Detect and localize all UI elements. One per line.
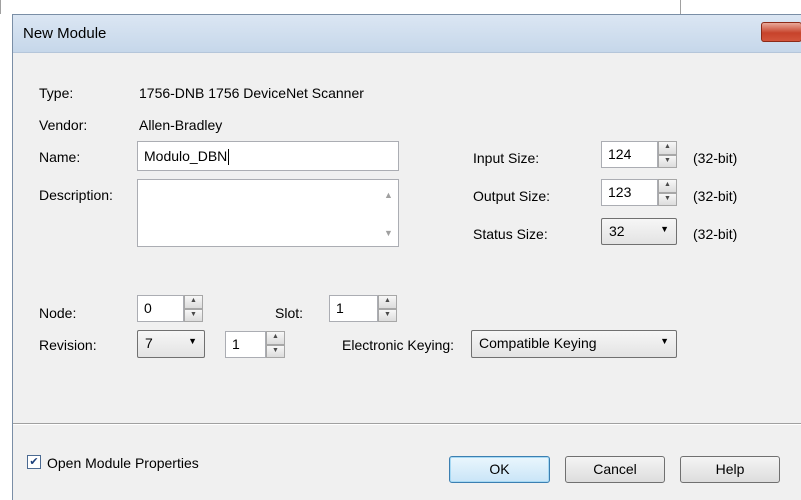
status-size-unit: (32-bit) (693, 226, 738, 242)
spin-up-icon[interactable]: ▲ (658, 141, 677, 155)
name-label: Name: (39, 149, 81, 165)
status-size-dropdown[interactable]: 32 ▼ (601, 218, 677, 245)
spin-down-icon[interactable]: ▼ (184, 308, 203, 322)
input-size-stepper[interactable]: 124 ▲ ▼ (601, 141, 677, 168)
new-module-dialog: New Module Type: 1756-DNB 1756 DeviceNet… (12, 14, 801, 500)
electronic-keying-label: Electronic Keying: (342, 337, 455, 353)
open-module-properties-checkbox[interactable]: ✔ (27, 455, 41, 469)
slot-label: Slot: (275, 305, 304, 321)
spin-up-icon[interactable]: ▲ (184, 295, 203, 309)
vendor-label: Vendor: (39, 117, 88, 133)
revision-label: Revision: (39, 337, 97, 353)
close-button[interactable] (761, 22, 801, 42)
footer-separator-highlight (13, 424, 801, 425)
node-label: Node: (39, 305, 77, 321)
revision-minor-spin-buttons: ▲ ▼ (266, 331, 285, 358)
chevron-down-icon: ▼ (660, 224, 669, 234)
backdrop-divider (680, 0, 681, 14)
name-input[interactable]: Modulo_DBN (137, 141, 399, 171)
vendor-value: Allen-Bradley (139, 117, 223, 133)
input-size-value[interactable]: 124 (601, 141, 658, 168)
input-size-unit: (32-bit) (693, 150, 738, 166)
slot-spin-buttons: ▲ ▼ (378, 295, 397, 322)
spin-up-icon[interactable]: ▲ (378, 295, 397, 309)
ok-button[interactable]: OK (449, 456, 550, 483)
spin-down-icon[interactable]: ▼ (658, 192, 677, 206)
status-size-value: 32 (609, 223, 625, 239)
dialog-title: New Module (23, 25, 107, 42)
spin-down-icon[interactable]: ▼ (378, 308, 397, 322)
description-label: Description: (39, 187, 113, 203)
title-bar[interactable]: New Module (13, 15, 801, 53)
check-icon: ✔ (29, 456, 39, 468)
output-size-spin-buttons: ▲ ▼ (658, 179, 677, 206)
output-size-unit: (32-bit) (693, 188, 738, 204)
revision-major-value: 7 (145, 335, 153, 351)
electronic-keying-dropdown[interactable]: Compatible Keying ▼ (471, 330, 677, 358)
slot-value[interactable]: 1 (329, 295, 378, 322)
output-size-value[interactable]: 123 (601, 179, 658, 206)
text-caret (228, 149, 230, 166)
spin-up-icon[interactable]: ▲ (658, 179, 677, 193)
input-size-label: Input Size: (473, 150, 540, 166)
node-value[interactable]: 0 (137, 295, 184, 322)
slot-stepper[interactable]: 1 ▲ ▼ (329, 295, 397, 322)
cancel-button[interactable]: Cancel (565, 456, 665, 483)
node-spin-buttons: ▲ ▼ (184, 295, 203, 322)
scroll-down-icon[interactable]: ▼ (384, 228, 393, 238)
backdrop-divider (0, 0, 1, 14)
type-value: 1756-DNB 1756 DeviceNet Scanner (139, 85, 364, 101)
open-module-properties-label[interactable]: Open Module Properties (47, 455, 199, 471)
spin-down-icon[interactable]: ▼ (658, 154, 677, 168)
help-button[interactable]: Help (680, 456, 780, 483)
revision-minor-value[interactable]: 1 (225, 331, 266, 358)
spin-down-icon[interactable]: ▼ (266, 344, 285, 358)
chevron-down-icon: ▼ (188, 336, 197, 346)
output-size-stepper[interactable]: 123 ▲ ▼ (601, 179, 677, 206)
revision-major-dropdown[interactable]: 7 ▼ (137, 330, 205, 358)
revision-minor-stepper[interactable]: 1 ▲ ▼ (225, 331, 285, 358)
scroll-up-icon[interactable]: ▲ (384, 190, 393, 200)
chevron-down-icon: ▼ (660, 336, 669, 346)
node-stepper[interactable]: 0 ▲ ▼ (137, 295, 203, 322)
spin-up-icon[interactable]: ▲ (266, 331, 285, 345)
description-scrollbar[interactable]: ▲ ▼ (380, 180, 398, 246)
input-size-spin-buttons: ▲ ▼ (658, 141, 677, 168)
status-size-label: Status Size: (473, 226, 548, 242)
output-size-label: Output Size: (473, 188, 551, 204)
electronic-keying-value: Compatible Keying (479, 335, 597, 351)
type-label: Type: (39, 85, 74, 101)
name-input-value: Modulo_DBN (144, 148, 228, 164)
description-textarea[interactable]: ▲ ▼ (137, 179, 399, 247)
